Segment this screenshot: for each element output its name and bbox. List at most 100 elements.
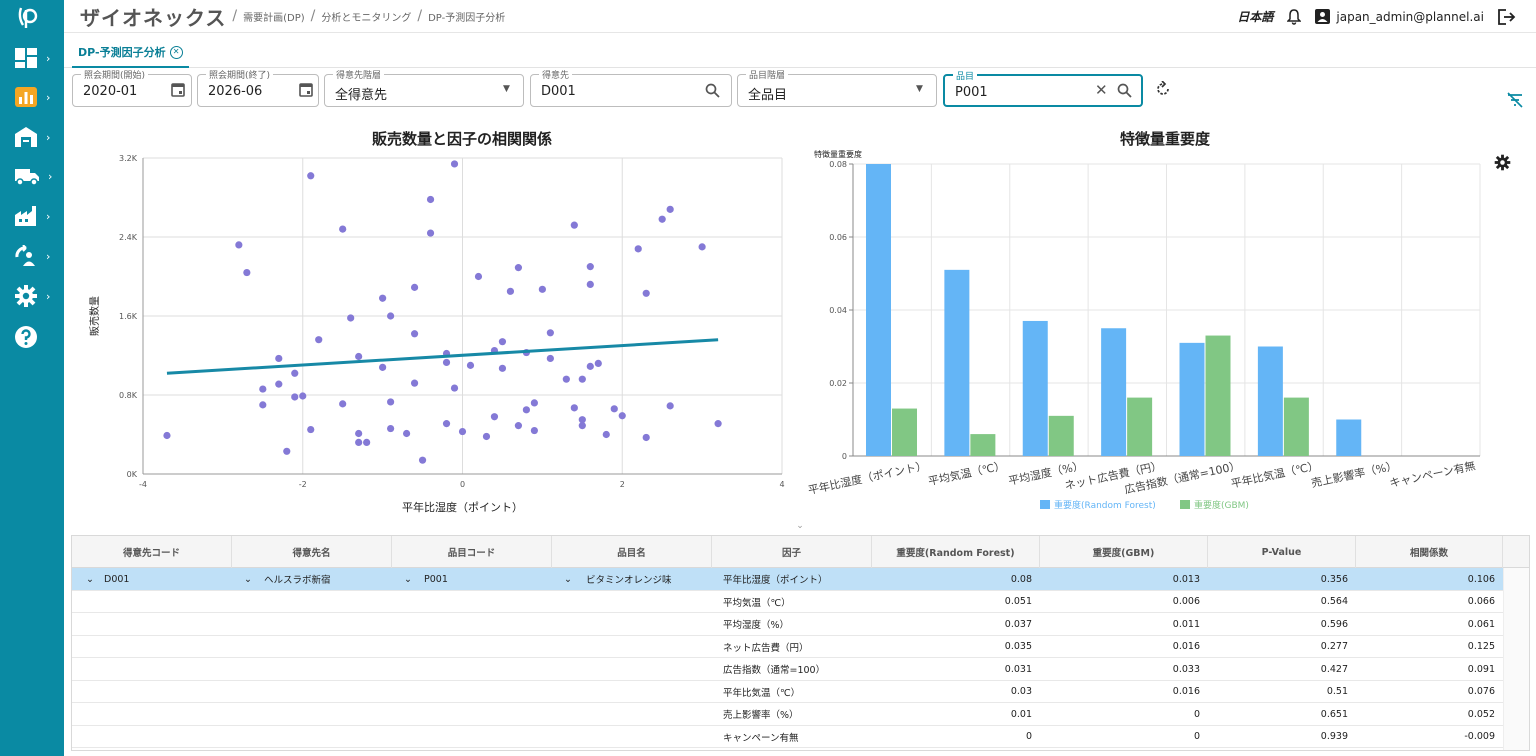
table-row[interactable]: 売上影響率（%） 0.01 0 0.651 0.052 bbox=[72, 703, 1503, 726]
x-tick-label: -4 bbox=[139, 480, 147, 489]
col-item-code[interactable]: 品目コード bbox=[392, 536, 552, 568]
language-selector[interactable]: 日本語 bbox=[1237, 8, 1273, 25]
calendar-icon[interactable] bbox=[299, 82, 313, 97]
sidebar-item-settings[interactable]: › bbox=[14, 281, 58, 311]
start-period-field[interactable]: 照会期間(開始) 2020-01 bbox=[72, 68, 192, 107]
chevron-right-icon: › bbox=[46, 51, 51, 65]
item-level-select[interactable]: 品目階層 全品目 ▼ bbox=[737, 68, 937, 107]
close-icon[interactable]: ✕ bbox=[169, 45, 183, 59]
tab-label: DP-予測因子分析 bbox=[78, 46, 166, 59]
col-correlation[interactable]: 相関係数 bbox=[1356, 536, 1503, 568]
table-row[interactable]: ネット広告費（円） 0.035 0.016 0.277 0.125 bbox=[72, 636, 1503, 658]
col-rf-importance[interactable]: 重要度(Random Forest) bbox=[872, 536, 1040, 568]
user-email[interactable]: japan_admin@plannel.ai bbox=[1336, 10, 1484, 24]
expand-chevron-icon[interactable]: ⌄ bbox=[86, 568, 94, 590]
calendar-icon[interactable] bbox=[171, 82, 185, 97]
col-customer-name[interactable]: 得意先名 bbox=[232, 536, 392, 568]
sidebar-item-warehouse[interactable]: › bbox=[14, 122, 58, 152]
cell-correlation: 0.106 bbox=[1467, 573, 1495, 585]
expand-chevron-icon[interactable]: ⌄ bbox=[404, 568, 412, 590]
sidebar-item-supply[interactable]: › bbox=[14, 241, 58, 271]
y-tick-label: 0.8K bbox=[119, 391, 138, 400]
cell-correlation: 0.076 bbox=[1467, 686, 1495, 697]
scatter-point bbox=[586, 280, 594, 288]
cell-correlation: 0.061 bbox=[1467, 618, 1495, 630]
chevron-down-icon[interactable]: ⌄ bbox=[796, 521, 804, 531]
table-row[interactable]: 広告指数（通常=100） 0.031 0.033 0.427 0.091 bbox=[72, 658, 1503, 681]
x-tick-label: 売上影響率（%） bbox=[1310, 458, 1398, 490]
bar-rf bbox=[866, 164, 891, 456]
customer-search-field[interactable]: 得意先 D001 bbox=[530, 68, 732, 107]
logout-icon[interactable] bbox=[1498, 8, 1516, 25]
bar-chart: 特徴量重要度 0 0.02 0.04 0.06 0.08 平年比湿度（ポイント） 平均気温（℃… bbox=[807, 149, 1481, 511]
scatter-point bbox=[498, 364, 507, 372]
table-row[interactable]: 平年比気温（℃） 0.03 0.016 0.51 0.076 bbox=[72, 681, 1503, 703]
scatter-point bbox=[466, 361, 475, 369]
scatter-point bbox=[562, 375, 570, 383]
chevron-right-icon: › bbox=[46, 209, 51, 223]
help-icon bbox=[15, 326, 37, 348]
cell-customer-name: ヘルスラボ新宿 bbox=[264, 575, 331, 586]
cell-correlation: 0.091 bbox=[1467, 663, 1495, 675]
col-factor[interactable]: 因子 bbox=[712, 536, 872, 568]
table-row[interactable]: 平均湿度（%） 0.037 0.011 0.596 0.061 bbox=[72, 613, 1503, 636]
sidebar-item-factory[interactable]: › bbox=[14, 201, 58, 231]
scatter-point bbox=[530, 426, 538, 435]
cell-gbm-importance: 0 bbox=[1193, 731, 1200, 742]
cell-p-value: 0.651 bbox=[1320, 708, 1348, 720]
table-row[interactable]: 平均気温（℃） 0.051 0.006 0.564 0.066 bbox=[72, 591, 1503, 613]
col-customer-code[interactable]: 得意先コード bbox=[72, 536, 232, 568]
col-gbm-importance[interactable]: 重要度(GBM) bbox=[1040, 536, 1208, 568]
expand-chevron-icon[interactable]: ⌄ bbox=[564, 568, 572, 590]
bar-gbm bbox=[1283, 397, 1309, 456]
dropdown-arrow-icon[interactable]: ▼ bbox=[503, 84, 510, 94]
panel-splitter[interactable]: ⌄ bbox=[64, 520, 1536, 532]
scatter-point bbox=[426, 195, 435, 204]
table-row[interactable]: ⌄ D001 ⌄ ヘルスラボ新宿 ⌄ P001 ⌄ ビタミンオレンジ味 平年比湿度（ポイント） 0… bbox=[72, 568, 1503, 591]
col-item-name[interactable]: 品目名 bbox=[552, 536, 712, 568]
scatter-point bbox=[490, 413, 499, 421]
app-logo-icon[interactable] bbox=[16, 4, 42, 30]
scatter-point bbox=[538, 285, 546, 293]
sidebar-item-analysis[interactable]: › bbox=[14, 82, 58, 112]
scatter-point bbox=[450, 384, 459, 392]
clear-icon[interactable]: ✕ bbox=[1095, 81, 1108, 99]
sidebar-item-help[interactable] bbox=[14, 322, 58, 352]
search-icon[interactable] bbox=[1117, 83, 1132, 98]
table-scrollbar[interactable] bbox=[1503, 568, 1529, 750]
scatter-point bbox=[610, 405, 618, 413]
cell-rf-importance: 0.035 bbox=[1004, 641, 1032, 652]
y-tick-label: 0.06 bbox=[829, 233, 847, 242]
item-search-field[interactable]: 品目 P001 ✕ bbox=[943, 69, 1143, 107]
search-icon[interactable] bbox=[705, 83, 720, 98]
cell-factor: 平年比湿度（ポイント） bbox=[723, 575, 828, 586]
cell-factor: 平均湿度（%） bbox=[723, 620, 790, 631]
scatter-point bbox=[698, 243, 706, 251]
sidebar-item-dashboard[interactable]: › bbox=[14, 43, 58, 73]
filter-off-icon[interactable] bbox=[1506, 92, 1524, 108]
scatter-point bbox=[291, 369, 299, 377]
y-tick-label: 0.04 bbox=[829, 306, 847, 315]
col-p-value[interactable]: P-Value bbox=[1208, 536, 1356, 568]
scatter-point bbox=[339, 225, 347, 233]
dropdown-arrow-icon[interactable]: ▼ bbox=[916, 84, 923, 94]
scatter-point bbox=[586, 362, 594, 370]
table-row[interactable]: キャンペーン有無 0 0 0.939 -0.009 bbox=[72, 726, 1503, 748]
account-icon bbox=[1315, 9, 1331, 24]
scatter-point bbox=[578, 422, 586, 430]
scatter-point bbox=[283, 447, 291, 455]
scatter-point bbox=[666, 205, 674, 213]
cell-p-value: 0.596 bbox=[1320, 618, 1348, 630]
sidebar-item-logistics[interactable]: › bbox=[14, 161, 58, 191]
reset-icon[interactable] bbox=[1155, 81, 1171, 97]
bell-icon[interactable] bbox=[1287, 8, 1302, 25]
x-tick-label: 4 bbox=[779, 480, 784, 489]
customer-level-select[interactable]: 得意先階層 全得意先 ▼ bbox=[324, 68, 524, 107]
cycle-person-icon bbox=[15, 245, 35, 266]
cell-factor: キャンペーン有無 bbox=[723, 732, 799, 744]
expand-chevron-icon[interactable]: ⌄ bbox=[244, 568, 252, 590]
breadcrumb-level-2[interactable]: 分析とモニタリング bbox=[321, 9, 411, 24]
end-period-field[interactable]: 照会期間(終了) 2026-06 bbox=[197, 68, 319, 107]
breadcrumb-level-1[interactable]: 需要計画(DP) bbox=[243, 9, 305, 24]
tab-dp-factor-analysis[interactable]: DP-予測因子分析 ✕ bbox=[72, 38, 189, 68]
